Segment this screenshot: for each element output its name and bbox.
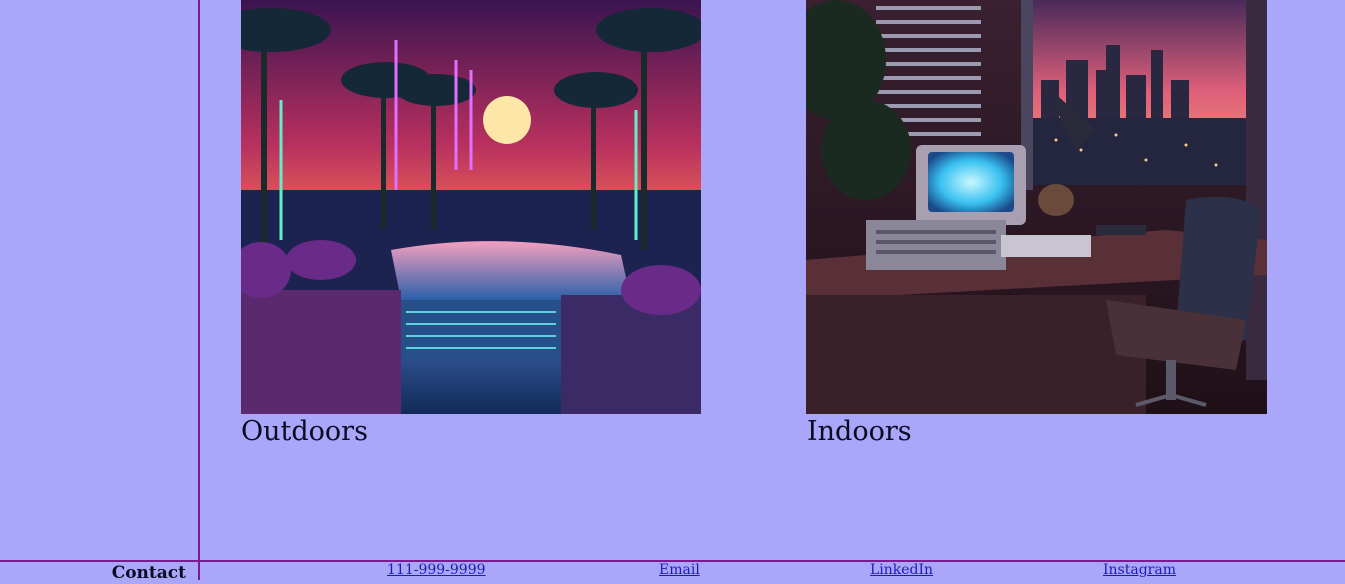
linkedin-link[interactable]: LinkedIn (870, 562, 933, 578)
gallery-card-outdoors: Outdoors (241, 0, 701, 448)
main-gallery: Outdoors Indoors (200, 0, 1345, 560)
caption-indoors: Indoors (807, 416, 912, 447)
sidebar-column (0, 0, 200, 560)
email-link[interactable]: Email (659, 562, 700, 578)
instagram-link[interactable]: Instagram (1103, 562, 1176, 578)
footer-contact-label: Contact (0, 562, 200, 583)
phone-link[interactable]: 111-999-9999 (387, 562, 486, 578)
caption-outdoors: Outdoors (241, 416, 368, 447)
footer-contact-bar: Contact 111-999-9999 Email LinkedIn Inst… (0, 560, 1345, 583)
indoors-image (806, 0, 1267, 414)
outdoors-image (241, 0, 701, 414)
gallery-card-indoors: Indoors (806, 0, 1267, 448)
